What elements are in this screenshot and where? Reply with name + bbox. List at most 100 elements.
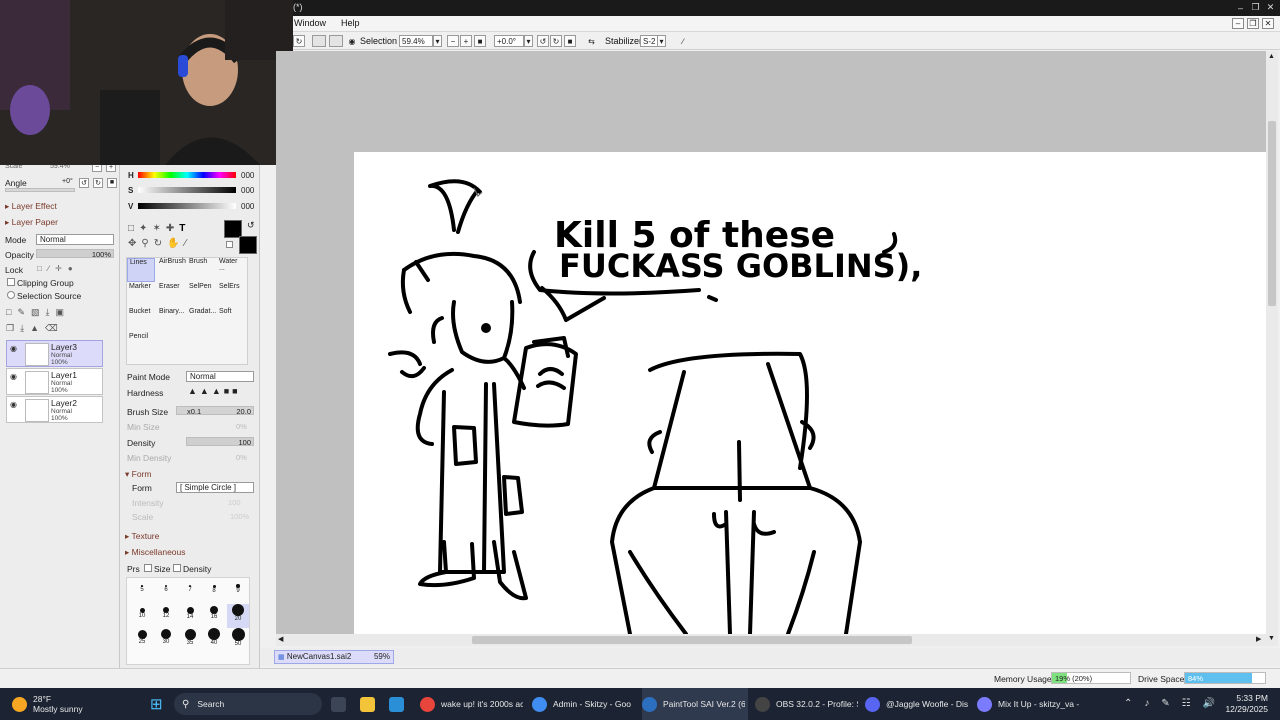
drawing-canvas[interactable]: Kill 5 of these FUCKASS GOBLINS),: [354, 152, 1266, 634]
secondary-color-swatch[interactable]: [239, 236, 257, 254]
zoom-in-icon[interactable]: +: [460, 35, 472, 47]
close-icon[interactable]: ✕: [1265, 2, 1276, 13]
doc-restore-icon[interactable]: ❐: [1247, 18, 1259, 29]
weather-widget[interactable]: 28°F Mostly sunny: [12, 688, 83, 720]
tool-binary[interactable]: Binary...: [157, 308, 185, 332]
horizontal-scroll-thumb[interactable]: [472, 636, 912, 644]
vertical-scroll-thumb[interactable]: [1268, 121, 1276, 306]
clear-layer-icon[interactable]: ▲: [30, 323, 45, 333]
new-folder-icon[interactable]: ▧: [31, 307, 46, 317]
line-mode-icon[interactable]: ∕: [677, 35, 689, 47]
taskbar-app[interactable]: OBS 32.0.2 - Profile: S: [755, 688, 861, 720]
brush-preset[interactable]: 8: [203, 580, 225, 604]
merge-down-icon[interactable]: ⤓: [20, 323, 30, 333]
taskbar-search-box[interactable]: ⚲ Search: [174, 693, 322, 715]
density-slider[interactable]: 100: [186, 437, 254, 447]
magic-wand-icon[interactable]: ✶: [152, 223, 165, 234]
lock-options-icons[interactable]: □∕✛●: [37, 264, 79, 273]
delete-layer-icon[interactable]: ⌫: [45, 323, 64, 333]
zoom-out-icon[interactable]: −: [447, 35, 459, 47]
zoom-reset-icon[interactable]: ■: [474, 35, 486, 47]
layer-mask-icon[interactable]: ▣: [55, 307, 70, 317]
layer-effect-section[interactable]: ▸ Layer Effect: [5, 201, 57, 212]
brush-preset[interactable]: 6: [155, 580, 177, 604]
brush-preset[interactable]: 25: [131, 628, 153, 652]
tool-eraser[interactable]: Eraser: [157, 283, 185, 307]
brush-preset[interactable]: 5: [131, 580, 153, 604]
brush-size-slider[interactable]: x0.1 20.0: [176, 406, 254, 416]
paint-mode-dropdown[interactable]: Normal: [186, 371, 254, 382]
rotate-right-icon[interactable]: ↻: [550, 35, 562, 47]
angle-rotate-right-icon[interactable]: ↻: [93, 178, 103, 188]
tool-selpen[interactable]: SelPen: [187, 283, 215, 307]
brush-preset[interactable]: 35: [179, 628, 201, 652]
transparent-color-icon[interactable]: [226, 241, 233, 248]
rotation-dropdown-icon[interactable]: ▾: [524, 35, 533, 47]
brush-preset[interactable]: 7: [179, 580, 201, 604]
layer-paper-section[interactable]: ▸ Layer Paper: [5, 217, 58, 228]
tool-lines[interactable]: Lines: [127, 258, 155, 282]
pressure-density-checkbox[interactable]: [173, 564, 181, 572]
pan-icon[interactable]: ✥: [128, 238, 141, 249]
visibility-eye-icon[interactable]: ◉: [10, 372, 17, 381]
zoom-dropdown-icon[interactable]: ▾: [433, 35, 442, 47]
scroll-left-icon[interactable]: ◀: [278, 635, 283, 643]
blend-mode-dropdown[interactable]: Normal: [36, 234, 114, 245]
pressure-size-checkbox[interactable]: [144, 564, 152, 572]
hardness-selector[interactable]: ▲▲▲■■: [188, 386, 241, 396]
opacity-slider[interactable]: 100%: [36, 249, 114, 259]
horizontal-scrollbar[interactable]: ◀ ▶: [276, 634, 1266, 646]
rotate-tool-icon[interactable]: ↻: [154, 238, 167, 249]
visibility-eye-icon[interactable]: ◉: [10, 400, 17, 409]
brush-preset[interactable]: 12: [155, 604, 177, 628]
redo-icon[interactable]: ↻: [293, 35, 305, 47]
doc-close-icon[interactable]: ✕: [1262, 18, 1274, 29]
deselect-icon[interactable]: [312, 35, 326, 47]
saturation-slider[interactable]: [138, 187, 236, 193]
new-linework-layer-icon[interactable]: ✎: [17, 307, 31, 317]
taskbar-clock[interactable]: 5:33 PM 12/29/2025: [1222, 693, 1268, 715]
menu-help[interactable]: Help: [341, 18, 360, 28]
layer-row[interactable]: ◉ Layer3 Normal 100%: [6, 340, 103, 367]
brush-preset[interactable]: 9: [227, 580, 249, 604]
system-tray-icons[interactable]: ⌃♪✎☷🔊: [1124, 698, 1227, 709]
store-button[interactable]: [389, 688, 410, 720]
texture-section[interactable]: ▸ Texture: [125, 531, 159, 542]
brush-preset[interactable]: 16: [203, 604, 225, 628]
vertical-scrollbar[interactable]: ▲ ▼: [1266, 51, 1278, 646]
new-layer-icon[interactable]: □: [6, 307, 17, 317]
value-slider[interactable]: [138, 203, 236, 209]
form-section[interactable]: ▾ Form: [125, 469, 151, 480]
layer-row[interactable]: ◉ Layer1 Normal 100%: [6, 368, 103, 395]
rotate-left-icon[interactable]: ↺: [537, 35, 549, 47]
restore-icon[interactable]: ❐: [1250, 2, 1261, 13]
hand-icon[interactable]: ✋: [167, 238, 184, 249]
stabilizer-field[interactable]: S-2: [640, 35, 658, 47]
taskbar-app[interactable]: Mix It Up - skitzy_va -: [977, 688, 1083, 720]
brush-preset[interactable]: 20: [227, 604, 249, 628]
invert-selection-icon[interactable]: [329, 35, 343, 47]
angle-reset-icon[interactable]: ■: [107, 178, 117, 188]
minimize-icon[interactable]: –: [1235, 2, 1246, 13]
form-dropdown[interactable]: [ Simple Circle ]: [176, 482, 254, 493]
rect-select-icon[interactable]: □: [128, 223, 139, 234]
rotation-field[interactable]: +0.0°: [494, 35, 524, 47]
copy-layer-icon[interactable]: ❐: [6, 323, 20, 333]
brush-preset[interactable]: 30: [155, 628, 177, 652]
text-tool-icon[interactable]: T: [179, 223, 190, 234]
eye-icon[interactable]: ◉: [346, 35, 358, 47]
document-tab[interactable]: ▦ NewCanvas1.sai2 59%: [274, 650, 394, 664]
eyedropper-icon[interactable]: ∕: [185, 238, 192, 249]
start-button[interactable]: ⊞: [150, 688, 163, 720]
task-view-button[interactable]: [331, 688, 352, 720]
tool-brush[interactable]: Brush: [187, 258, 215, 282]
brush-preset[interactable]: 50: [227, 627, 249, 652]
stabilizer-dropdown-icon[interactable]: ▾: [657, 35, 666, 47]
tool-pencil[interactable]: Pencil: [127, 333, 155, 357]
angle-slider[interactable]: [5, 188, 75, 192]
flip-horizontal-icon[interactable]: ⇆: [585, 35, 598, 47]
brush-preset[interactable]: 14: [179, 604, 201, 628]
menu-window[interactable]: Window: [294, 18, 326, 28]
lasso-icon[interactable]: ✦: [139, 223, 152, 234]
hue-slider[interactable]: [138, 172, 236, 178]
